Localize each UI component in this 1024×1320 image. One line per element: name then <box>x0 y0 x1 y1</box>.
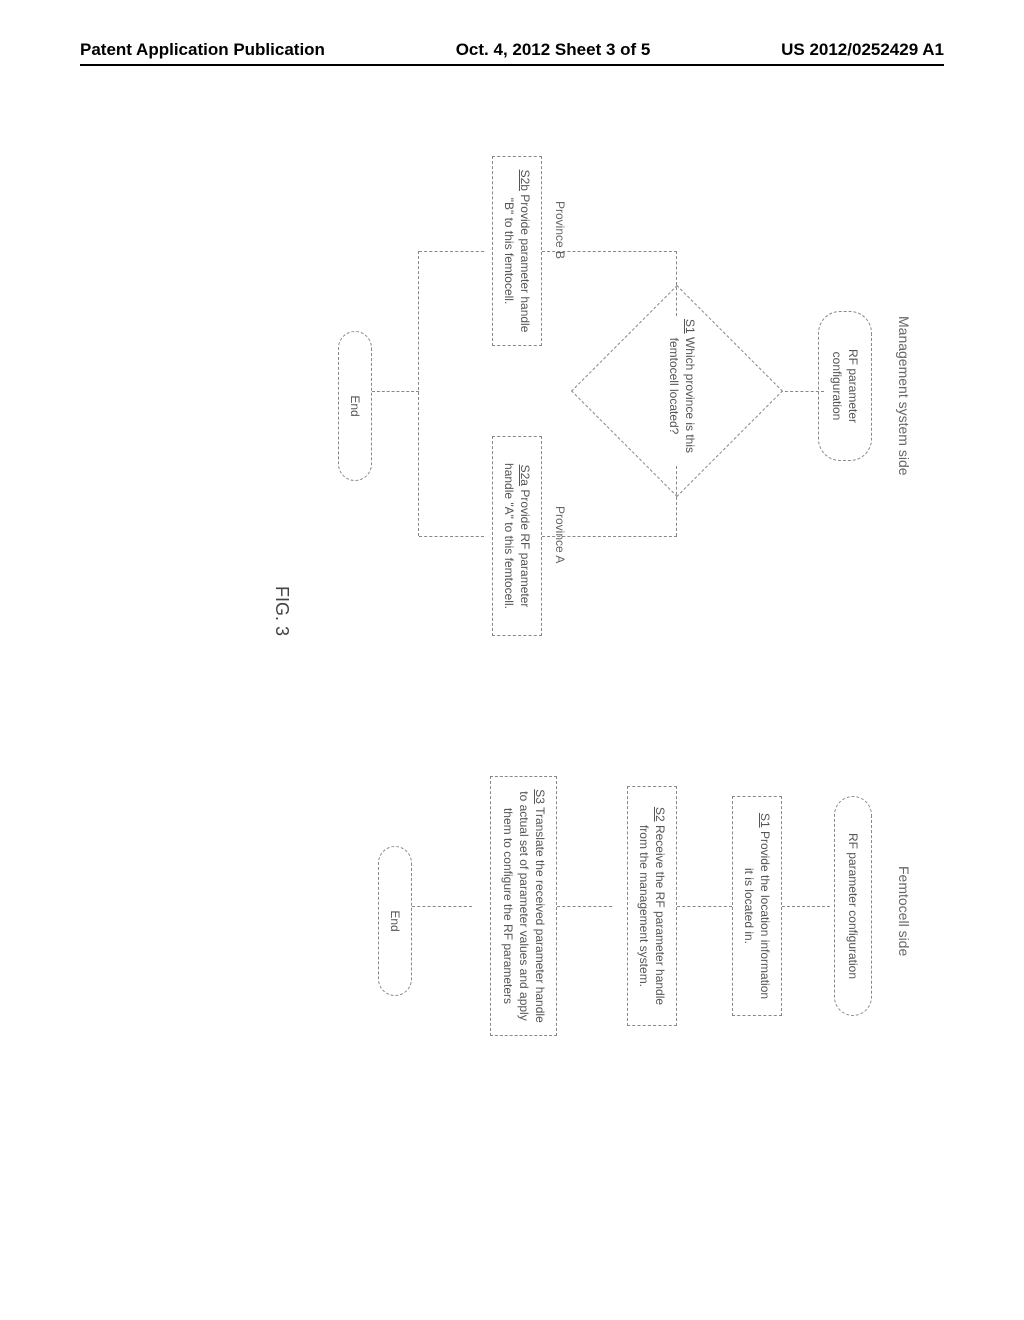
header-right: US 2012/0252429 A1 <box>781 40 944 60</box>
step-text: Which province is this femtocell located… <box>667 337 697 453</box>
femto-s1-box: S1 Provide the location information it i… <box>732 796 782 1016</box>
femto-s3-box: S3 Translate the received parameter hand… <box>490 776 557 1036</box>
branch-b-label: Province B <box>553 201 567 259</box>
figure-label: FIG. 3 <box>271 586 292 636</box>
step-ref: S1 <box>683 319 697 334</box>
step-text: Receive the RF parameter handle from the… <box>637 825 667 1005</box>
femto-s2-box: S2 Receive the RF parameter handle from … <box>627 786 677 1026</box>
step-ref: S1 <box>758 813 772 828</box>
connector <box>782 906 830 907</box>
femto-start-terminator: RF parameter configuration <box>834 796 872 1016</box>
connector <box>372 391 419 392</box>
connector <box>557 906 612 907</box>
mgmt-end-terminator: End <box>338 331 372 481</box>
mgmt-start-terminator: RF parameter configuration <box>818 311 872 461</box>
mgmt-side-label: Management system side <box>896 316 912 476</box>
header-center: Oct. 4, 2012 Sheet 3 of 5 <box>456 40 651 60</box>
connector <box>419 536 484 537</box>
step-ref: S3 <box>533 789 547 804</box>
femto-side-label: Femtocell side <box>896 866 912 956</box>
femto-end-terminator: End <box>378 846 412 996</box>
connector <box>677 906 732 907</box>
flowchart-diagram: Management system side Femtocell side RF… <box>122 146 902 1146</box>
header-left: Patent Application Publication <box>80 40 325 60</box>
page-header: Patent Application Publication Oct. 4, 2… <box>80 40 944 66</box>
connector <box>676 466 677 536</box>
connector <box>418 251 419 536</box>
mgmt-s2b-box: S2b Provide parameter handle "B" to this… <box>492 156 542 346</box>
step-text: Provide the location information it is l… <box>742 831 772 999</box>
step-text: Provide parameter handle "B" to this fem… <box>502 194 532 332</box>
step-ref: S2b <box>518 170 532 191</box>
mgmt-s2a-box: S2a Provide RF parameter handle "A" to t… <box>492 436 542 636</box>
connector <box>412 906 472 907</box>
step-ref: S2 <box>653 807 667 822</box>
connector <box>419 251 484 252</box>
mgmt-decision-text: S1 Which province is this femtocell loca… <box>666 301 697 471</box>
step-ref: S2a <box>518 465 532 486</box>
content-area: Management system side Femtocell side RF… <box>80 96 944 1196</box>
branch-a-label: Province A <box>553 506 567 563</box>
connector <box>676 251 677 316</box>
step-text: Translate the received parameter handle … <box>501 791 547 1023</box>
